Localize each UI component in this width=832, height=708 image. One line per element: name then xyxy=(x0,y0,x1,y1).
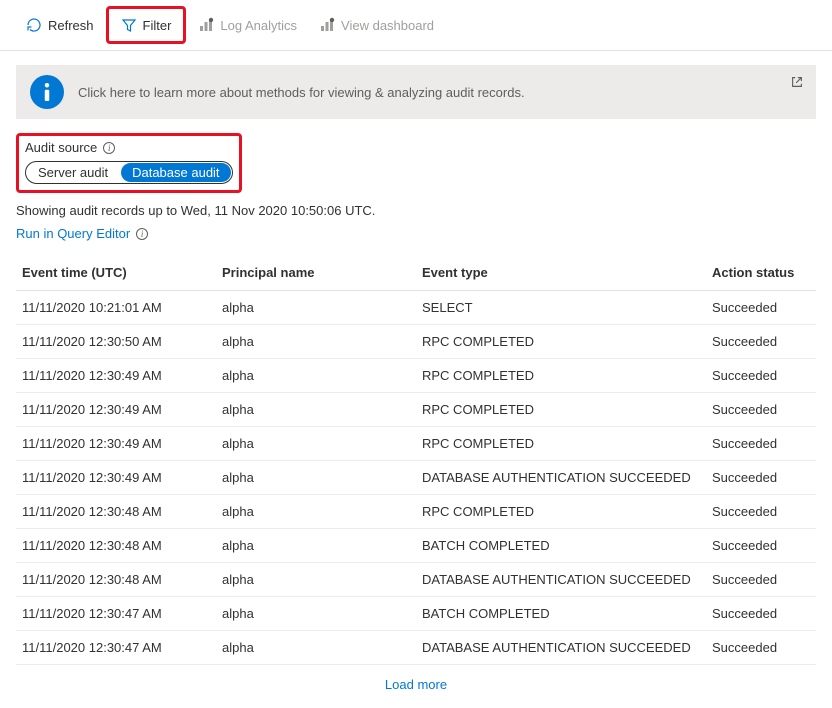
info-icon xyxy=(30,75,64,109)
cell-status: Succeeded xyxy=(706,461,816,495)
cell-type: RPC COMPLETED xyxy=(416,325,706,359)
cell-type: RPC COMPLETED xyxy=(416,427,706,461)
load-more-link[interactable]: Load more xyxy=(385,677,447,692)
database-audit-pill[interactable]: Database audit xyxy=(121,163,230,182)
cell-type: DATABASE AUTHENTICATION SUCCEEDED xyxy=(416,461,706,495)
cell-time: 11/11/2020 12:30:48 AM xyxy=(16,529,216,563)
filter-button[interactable]: Filter xyxy=(111,11,182,39)
cell-status: Succeeded xyxy=(706,393,816,427)
cell-type: RPC COMPLETED xyxy=(416,393,706,427)
info-icon-small[interactable]: i xyxy=(136,228,148,240)
table-row[interactable]: 11/11/2020 12:30:48 AMalphaBATCH COMPLET… xyxy=(16,529,816,563)
cell-time: 11/11/2020 12:30:47 AM xyxy=(16,631,216,665)
col-event-type[interactable]: Event type xyxy=(416,255,706,291)
cell-principal: alpha xyxy=(216,563,416,597)
cell-time: 11/11/2020 12:30:49 AM xyxy=(16,359,216,393)
audit-source-toggle: Server audit Database audit xyxy=(25,161,233,184)
view-dashboard-label: View dashboard xyxy=(341,18,434,33)
server-audit-pill[interactable]: Server audit xyxy=(26,162,120,183)
col-action-status[interactable]: Action status xyxy=(706,255,816,291)
refresh-button[interactable]: Refresh xyxy=(16,11,104,39)
table-row[interactable]: 11/11/2020 12:30:49 AMalphaDATABASE AUTH… xyxy=(16,461,816,495)
cell-status: Succeeded xyxy=(706,325,816,359)
refresh-icon xyxy=(26,17,42,33)
cell-principal: alpha xyxy=(216,597,416,631)
cell-principal: alpha xyxy=(216,291,416,325)
log-analytics-button[interactable]: Log Analytics xyxy=(188,11,307,39)
cell-type: BATCH COMPLETED xyxy=(416,597,706,631)
col-principal[interactable]: Principal name xyxy=(216,255,416,291)
cell-status: Succeeded xyxy=(706,631,816,665)
cell-type: RPC COMPLETED xyxy=(416,359,706,393)
query-editor-label: Run in Query Editor xyxy=(16,226,130,241)
cell-time: 11/11/2020 12:30:48 AM xyxy=(16,563,216,597)
toolbar: Refresh Filter Log Analytics View dashbo… xyxy=(0,0,832,51)
cell-status: Succeeded xyxy=(706,529,816,563)
run-in-query-editor-link[interactable]: Run in Query Editor i xyxy=(16,226,148,241)
cell-principal: alpha xyxy=(216,495,416,529)
filter-label: Filter xyxy=(143,18,172,33)
table-row[interactable]: 11/11/2020 12:30:47 AMalphaBATCH COMPLET… xyxy=(16,597,816,631)
cell-time: 11/11/2020 10:21:01 AM xyxy=(16,291,216,325)
view-dashboard-icon xyxy=(319,17,335,33)
cell-type: SELECT xyxy=(416,291,706,325)
audit-source-label: Audit source xyxy=(25,140,97,155)
cell-time: 11/11/2020 12:30:49 AM xyxy=(16,427,216,461)
filter-icon xyxy=(121,17,137,33)
showing-records-text: Showing audit records up to Wed, 11 Nov … xyxy=(16,203,816,218)
cell-principal: alpha xyxy=(216,359,416,393)
cell-principal: alpha xyxy=(216,427,416,461)
log-analytics-label: Log Analytics xyxy=(220,18,297,33)
cell-type: DATABASE AUTHENTICATION SUCCEEDED xyxy=(416,563,706,597)
cell-type: RPC COMPLETED xyxy=(416,495,706,529)
cell-type: DATABASE AUTHENTICATION SUCCEEDED xyxy=(416,631,706,665)
table-row[interactable]: 11/11/2020 12:30:49 AMalphaRPC COMPLETED… xyxy=(16,359,816,393)
cell-principal: alpha xyxy=(216,325,416,359)
filter-highlight: Filter xyxy=(106,6,187,44)
cell-status: Succeeded xyxy=(706,597,816,631)
table-row[interactable]: 11/11/2020 12:30:50 AMalphaRPC COMPLETED… xyxy=(16,325,816,359)
cell-time: 11/11/2020 12:30:49 AM xyxy=(16,461,216,495)
col-event-time[interactable]: Event time (UTC) xyxy=(16,255,216,291)
info-text: Click here to learn more about methods f… xyxy=(78,85,525,100)
external-link-icon xyxy=(790,75,804,92)
cell-status: Succeeded xyxy=(706,359,816,393)
table-row[interactable]: 11/11/2020 12:30:48 AMalphaDATABASE AUTH… xyxy=(16,563,816,597)
cell-time: 11/11/2020 12:30:48 AM xyxy=(16,495,216,529)
cell-status: Succeeded xyxy=(706,563,816,597)
table-row[interactable]: 11/11/2020 10:21:01 AMalphaSELECTSucceed… xyxy=(16,291,816,325)
cell-status: Succeeded xyxy=(706,291,816,325)
view-dashboard-button[interactable]: View dashboard xyxy=(309,11,444,39)
cell-principal: alpha xyxy=(216,461,416,495)
cell-principal: alpha xyxy=(216,631,416,665)
cell-time: 11/11/2020 12:30:50 AM xyxy=(16,325,216,359)
info-bar[interactable]: Click here to learn more about methods f… xyxy=(16,65,816,119)
cell-principal: alpha xyxy=(216,529,416,563)
cell-type: BATCH COMPLETED xyxy=(416,529,706,563)
table-header-row: Event time (UTC) Principal name Event ty… xyxy=(16,255,816,291)
info-icon-small[interactable]: i xyxy=(103,142,115,154)
cell-time: 11/11/2020 12:30:49 AM xyxy=(16,393,216,427)
table-row[interactable]: 11/11/2020 12:30:49 AMalphaRPC COMPLETED… xyxy=(16,427,816,461)
cell-principal: alpha xyxy=(216,393,416,427)
audit-source-highlight: Audit source i Server audit Database aud… xyxy=(16,133,242,193)
load-more-row: Load more xyxy=(16,665,816,696)
cell-status: Succeeded xyxy=(706,495,816,529)
table-row[interactable]: 11/11/2020 12:30:47 AMalphaDATABASE AUTH… xyxy=(16,631,816,665)
cell-status: Succeeded xyxy=(706,427,816,461)
cell-time: 11/11/2020 12:30:47 AM xyxy=(16,597,216,631)
log-analytics-icon xyxy=(198,17,214,33)
audit-source-label-row: Audit source i xyxy=(25,140,233,155)
refresh-label: Refresh xyxy=(48,18,94,33)
audit-records-table: Event time (UTC) Principal name Event ty… xyxy=(16,255,816,665)
table-row[interactable]: 11/11/2020 12:30:49 AMalphaRPC COMPLETED… xyxy=(16,393,816,427)
table-row[interactable]: 11/11/2020 12:30:48 AMalphaRPC COMPLETED… xyxy=(16,495,816,529)
